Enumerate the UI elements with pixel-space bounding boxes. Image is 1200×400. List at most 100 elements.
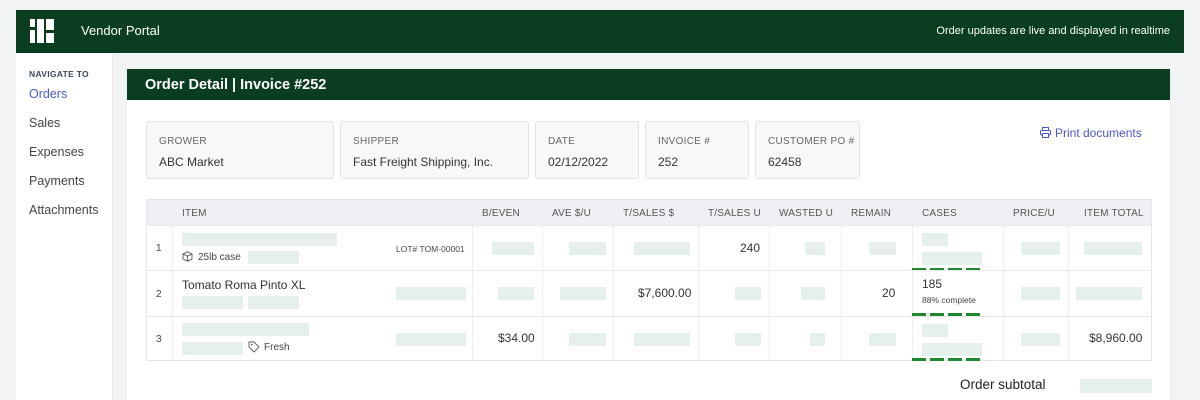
ave-placeholder — [560, 287, 606, 300]
tsales-dollars-value: $7,600.00 — [638, 286, 692, 300]
tsales-units-value: 240 — [740, 241, 761, 255]
progress-segment — [966, 358, 980, 361]
wasted-placeholder — [801, 287, 825, 300]
sidebar-item-sales[interactable]: Sales — [29, 116, 60, 130]
tsales-units-placeholder — [735, 333, 761, 346]
order-detail-card: Order Detail | Invoice #252 GROWER ABC M… — [127, 69, 1170, 400]
table-row[interactable]: 2 Tomato Roma Pinto XL $7,600.00 20 185 … — [147, 270, 1151, 316]
col-price-per-unit: PRICE/U — [1013, 208, 1055, 219]
item-detail-placeholder — [248, 296, 299, 309]
progress-segment — [930, 358, 944, 361]
price-placeholder — [1021, 242, 1060, 255]
shipper-label: SHIPPER — [353, 136, 400, 147]
col-wasted-units: WASTED U — [779, 208, 834, 219]
beven-placeholder — [498, 287, 534, 300]
tag-icon — [248, 341, 260, 353]
grower-box: GROWER ABC Market — [146, 121, 334, 179]
invoice-box: INVOICE # 252 — [645, 121, 749, 179]
page-title: Order Detail | Invoice #252 — [145, 77, 327, 93]
beven-value: $34.00 — [498, 331, 535, 345]
item-total-placeholder — [1084, 242, 1142, 255]
cases-detail-placeholder — [922, 343, 982, 356]
item-detail-placeholder — [182, 296, 243, 309]
cases-complete-note: 88% complete — [922, 295, 976, 305]
date-value: 02/12/2022 — [548, 155, 609, 169]
customer-po-value: 62458 — [768, 155, 802, 169]
cases-placeholder — [922, 233, 948, 246]
item-detail-placeholder — [182, 342, 243, 355]
date-box: DATE 02/12/2022 — [535, 121, 639, 179]
item-name-placeholder — [182, 233, 337, 246]
row-number: 1 — [156, 243, 162, 254]
sidebar-item-expenses[interactable]: Expenses — [29, 145, 84, 159]
item-detail-placeholder — [248, 251, 299, 264]
price-placeholder — [1021, 333, 1060, 346]
nav-heading: NAVIGATE TO — [29, 69, 89, 79]
sidebar-item-attachments[interactable]: Attachments — [29, 203, 98, 217]
app-frame: Vendor Portal Order updates are live and… — [16, 10, 1184, 400]
lot-number: LOT# TOM-00001 — [396, 244, 465, 254]
table-header: ITEM B/EVEN AVE $/U T/SALES $ T/SALES U … — [147, 200, 1151, 225]
sidebar-item-orders[interactable]: Orders — [29, 87, 67, 101]
shipper-box: SHIPPER Fast Freight Shipping, Inc. — [340, 121, 529, 179]
tsales-dollars-placeholder — [634, 333, 690, 346]
progress-segment — [912, 358, 926, 361]
tsales-dollars-placeholder — [634, 242, 690, 255]
item-total-value: $8,960.00 — [1089, 331, 1143, 345]
print-documents-label: Print documents — [1055, 126, 1142, 140]
main-content: Order Detail | Invoice #252 GROWER ABC M… — [113, 53, 1184, 400]
remain-value: 20 — [882, 286, 896, 300]
live-update-notice: Order updates are live and displayed in … — [936, 25, 1170, 37]
top-bar: Vendor Portal Order updates are live and… — [16, 10, 1184, 53]
logo-icon — [30, 19, 54, 43]
remain-placeholder — [869, 333, 896, 346]
col-tsales-dollars: T/SALES $ — [623, 208, 675, 219]
sidebar-item-payments[interactable]: Payments — [29, 174, 85, 188]
col-item-total: ITEM TOTAL — [1084, 208, 1144, 219]
case-label: 25lb case — [198, 252, 241, 263]
col-tsales-units: T/SALES U — [708, 208, 761, 219]
row-number: 2 — [156, 289, 162, 300]
col-ave-per-unit: AVE $/U — [552, 208, 592, 219]
price-placeholder — [1021, 287, 1060, 300]
printer-icon — [1040, 127, 1051, 138]
shipper-value: Fast Freight Shipping, Inc. — [353, 155, 494, 169]
order-subtotal-placeholder — [1080, 379, 1152, 393]
order-subtotal-label: Order subtotal — [960, 377, 1046, 392]
date-label: DATE — [548, 136, 576, 147]
customer-po-label: CUSTOMER PO # — [768, 136, 855, 147]
col-remain: REMAIN — [851, 208, 892, 219]
wasted-placeholder — [805, 242, 825, 255]
item-tag-label: Fresh — [264, 342, 290, 353]
item-name-placeholder — [182, 323, 309, 336]
cases-detail-placeholder — [922, 252, 982, 265]
cases-progress-bar — [912, 358, 1003, 361]
progress-segment — [948, 358, 962, 361]
ave-placeholder — [569, 242, 606, 255]
ave-placeholder — [569, 333, 606, 346]
grower-value: ABC Market — [159, 155, 224, 169]
invoice-label: INVOICE # — [658, 136, 711, 147]
customer-po-box: CUSTOMER PO # 62458 — [755, 121, 860, 179]
remain-placeholder — [869, 242, 896, 255]
item-name: Tomato Roma Pinto XL — [182, 278, 306, 292]
sidebar: NAVIGATE TO Orders Sales Expenses Paymen… — [16, 53, 113, 400]
box-icon — [182, 251, 193, 262]
row-number: 3 — [156, 334, 162, 345]
item-total-placeholder — [1076, 287, 1142, 300]
beven-placeholder — [492, 242, 534, 255]
col-item: ITEM — [182, 208, 207, 219]
app-title: Vendor Portal — [81, 23, 160, 38]
table-row[interactable]: 1 25lb case LOT# TOM-00001 240 — [147, 225, 1151, 271]
col-beven: B/EVEN — [482, 208, 520, 219]
table-row[interactable]: 3 Fresh $34.00 $8,960.00 — [147, 316, 1151, 361]
tsales-units-placeholder — [735, 287, 761, 300]
col-cases: CASES — [922, 208, 957, 219]
invoice-value: 252 — [658, 155, 679, 169]
lot-placeholder — [396, 287, 466, 300]
order-items-table: ITEM B/EVEN AVE $/U T/SALES $ T/SALES U … — [146, 199, 1152, 361]
grower-label: GROWER — [159, 136, 207, 147]
lot-placeholder — [396, 333, 466, 346]
cases-value: 185 — [922, 277, 943, 291]
cases-placeholder — [922, 324, 948, 337]
